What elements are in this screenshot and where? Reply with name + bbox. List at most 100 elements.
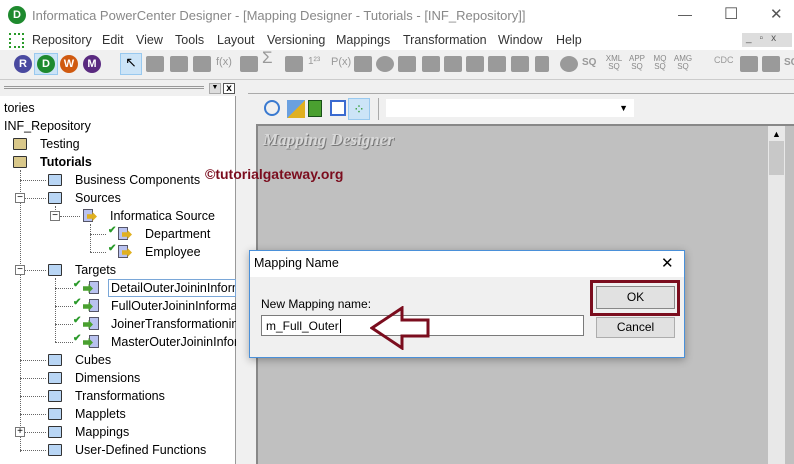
- folder-icon: [48, 426, 62, 438]
- collapse-icon[interactable]: −: [50, 211, 60, 221]
- check-icon: ✔: [73, 279, 82, 290]
- tree-repositories[interactable]: tories: [4, 101, 35, 115]
- tree-user-defined-functions[interactable]: User-Defined Functions: [75, 443, 206, 457]
- find-icon[interactable]: [264, 100, 280, 116]
- filter-icon[interactable]: [240, 56, 258, 72]
- tree-mappings[interactable]: Mappings: [75, 425, 129, 439]
- menu-versioning[interactable]: Versioning: [267, 33, 325, 47]
- tree-dimensions[interactable]: Dimensions: [75, 371, 140, 385]
- mdi-controls[interactable]: _▫x: [742, 33, 792, 47]
- joiner-icon[interactable]: [398, 56, 416, 72]
- procedure-icon[interactable]: P(x): [331, 57, 351, 68]
- collapse-icon[interactable]: −: [15, 193, 25, 203]
- folder-icon: [48, 372, 62, 384]
- workflow-manager-icon[interactable]: W: [60, 55, 78, 73]
- cdc-icon[interactable]: CDC: [714, 56, 734, 65]
- repository-manager-icon[interactable]: R: [14, 55, 32, 73]
- tree-target-full-outer[interactable]: FullOuterJoininInformat: [111, 299, 236, 313]
- check-icon: ✔: [73, 297, 82, 308]
- tree-mapplets[interactable]: Mapplets: [75, 407, 126, 421]
- workspace-select[interactable]: ▼: [386, 99, 634, 117]
- source-qualifier-icon[interactable]: SQ: [582, 58, 596, 68]
- menu-mappings[interactable]: Mappings: [336, 33, 390, 47]
- mapping-name-label: New Mapping name:: [261, 297, 372, 311]
- menu-layout[interactable]: Layout: [217, 33, 255, 47]
- sq-extra-icon[interactable]: [762, 56, 780, 72]
- workspace-label: Mapping Designer: [263, 130, 394, 149]
- cancel-button[interactable]: Cancel: [596, 317, 675, 338]
- mapping-designer-icon[interactable]: ⁘: [348, 98, 370, 120]
- menu-view[interactable]: View: [136, 33, 163, 47]
- tree-department[interactable]: Department: [145, 227, 210, 241]
- check-icon: ✔: [108, 243, 117, 254]
- tree-target-detail-outer[interactable]: DetailOuterJoininInform: [108, 279, 236, 297]
- mq-sq-icon[interactable]: MQ SQ: [650, 55, 670, 71]
- target-designer-icon[interactable]: [308, 100, 322, 117]
- expression-icon[interactable]: f(x): [216, 57, 232, 68]
- designer-icon[interactable]: D: [37, 55, 55, 73]
- sequence-icon[interactable]: 1²³: [308, 57, 320, 67]
- tree-employee[interactable]: Employee: [145, 245, 201, 259]
- menu-window[interactable]: Window: [498, 33, 542, 47]
- app-logo-icon: D: [8, 6, 26, 24]
- collapse-icon[interactable]: −: [15, 265, 25, 275]
- tree-testing[interactable]: Testing: [40, 137, 80, 151]
- tree-sources[interactable]: Sources: [75, 191, 121, 205]
- ok-button[interactable]: OK: [596, 286, 675, 309]
- menu-repository[interactable]: Repository: [32, 33, 92, 47]
- menu-transformation[interactable]: Transformation: [403, 33, 487, 47]
- mapplet-icon[interactable]: [193, 56, 211, 72]
- pointer-tool-icon[interactable]: ↖: [120, 53, 142, 75]
- dialog-title: Mapping Name: [254, 256, 339, 270]
- maximize-button[interactable]: ☐: [724, 4, 738, 24]
- source-icon[interactable]: [146, 56, 164, 72]
- target-icon[interactable]: [170, 56, 188, 72]
- dialog-close-button[interactable]: ✕: [661, 254, 674, 272]
- tree-cubes[interactable]: Cubes: [75, 353, 111, 367]
- union-icon[interactable]: [466, 56, 484, 72]
- menu-tools[interactable]: Tools: [175, 33, 204, 47]
- menu-edit[interactable]: Edit: [102, 33, 124, 47]
- sq-more-icon[interactable]: SQ: [784, 58, 794, 68]
- close-button[interactable]: ✕: [770, 5, 783, 23]
- tree-business-components[interactable]: Business Components: [75, 173, 200, 187]
- menu-help[interactable]: Help: [556, 33, 582, 47]
- tree-transformations[interactable]: Transformations: [75, 389, 165, 403]
- menu-bar: Repository Edit View Tools Layout Versio…: [0, 30, 794, 50]
- folder-icon: [48, 354, 62, 366]
- normalizer-icon[interactable]: [444, 56, 462, 72]
- tree-tutorials[interactable]: Tutorials: [40, 155, 92, 169]
- tree-informatica-source[interactable]: Informatica Source: [110, 209, 215, 223]
- txn-icon[interactable]: [488, 56, 506, 72]
- sorter-icon[interactable]: [511, 56, 529, 72]
- tree-targets[interactable]: Targets: [75, 263, 116, 277]
- amg-sq-icon[interactable]: AMG SQ: [673, 55, 693, 71]
- navigator-header: ▼ x: [0, 82, 236, 96]
- monitor-icon[interactable]: M: [83, 55, 101, 73]
- az-sort-icon[interactable]: [535, 56, 549, 72]
- update-icon[interactable]: [422, 56, 440, 72]
- xml-sq-icon[interactable]: XML SQ: [604, 55, 624, 71]
- tree-inf-repository[interactable]: INF_Repository: [4, 119, 91, 133]
- expand-icon[interactable]: +: [15, 427, 25, 437]
- folder-icon: [48, 192, 62, 204]
- app-sq-icon[interactable]: APP SQ: [627, 55, 647, 71]
- title-bar: D Informatica PowerCenter Designer - [Ma…: [0, 0, 794, 30]
- lookup-icon[interactable]: [354, 56, 372, 72]
- mapplet-designer-icon[interactable]: [330, 100, 346, 116]
- source-analyzer-icon[interactable]: [287, 100, 305, 118]
- watermark: ©tutorialgateway.org: [205, 166, 344, 182]
- stop-icon[interactable]: [560, 56, 578, 72]
- minimize-button[interactable]: —: [678, 6, 692, 22]
- scrollbar-thumb[interactable]: [769, 141, 784, 175]
- tree-target-master-outer[interactable]: MasterOuterJoininInform: [111, 335, 236, 349]
- vertical-scrollbar[interactable]: ▲: [768, 126, 785, 464]
- navigator-close-button[interactable]: x: [223, 83, 235, 94]
- aggregator-icon[interactable]: Σ: [262, 49, 273, 66]
- arrow-annotation-icon: [370, 306, 430, 350]
- dropdown-icon[interactable]: ▼: [209, 83, 221, 94]
- rank-icon[interactable]: [285, 56, 303, 72]
- tree-target-joiner[interactable]: JoinerTransformationinI: [111, 317, 236, 331]
- router-icon[interactable]: [376, 56, 394, 72]
- table-icon[interactable]: [740, 56, 758, 72]
